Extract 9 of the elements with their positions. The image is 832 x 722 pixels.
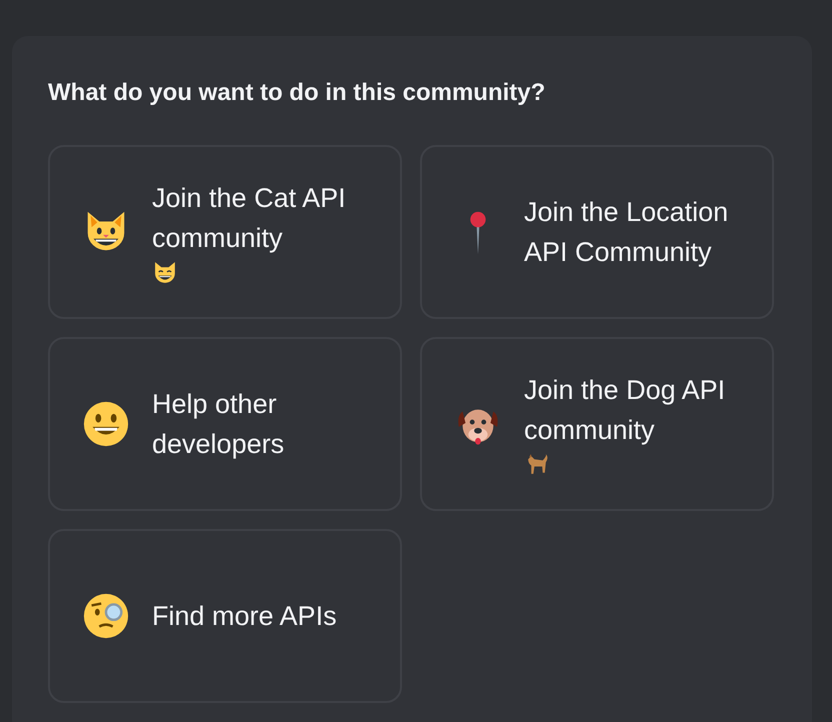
question-heading: What do you want to do in this community? [48,78,546,108]
monocle-face-icon [82,592,130,640]
smiley-icon [82,400,130,448]
option-button[interactable]: Find more APIs [48,529,402,703]
option-button[interactable]: Help other developers [48,337,402,511]
option-button[interactable]: Join the Dog API community [420,337,774,511]
option-button[interactable]: Join the Location API Community [420,145,774,319]
grinning-cat-icon [152,260,178,286]
option-button[interactable]: Join the Cat API community [48,145,402,319]
